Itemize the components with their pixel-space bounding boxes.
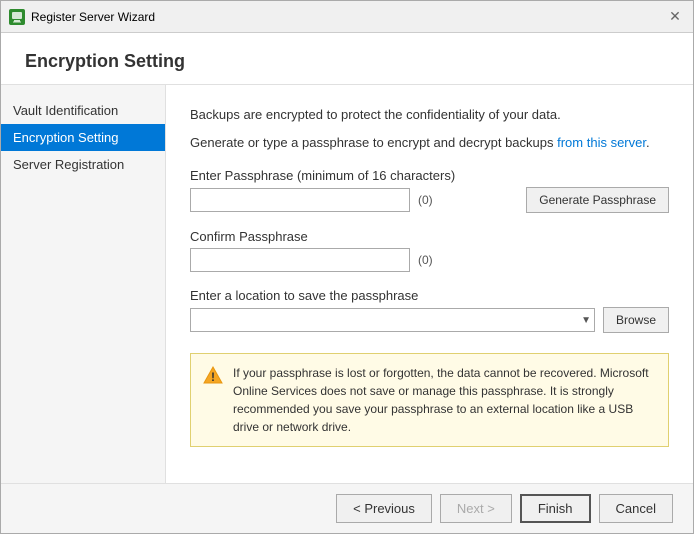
next-button[interactable]: Next > xyxy=(440,494,512,523)
previous-button[interactable]: < Previous xyxy=(336,494,432,523)
main-panel: Backups are encrypted to protect the con… xyxy=(166,85,693,483)
page-title: Encryption Setting xyxy=(25,51,669,72)
passphrase-char-count: (0) xyxy=(418,193,433,207)
location-label: Enter a location to save the passphrase xyxy=(190,288,669,303)
sidebar: Vault Identification Encryption Setting … xyxy=(1,85,166,483)
finish-button[interactable]: Finish xyxy=(520,494,591,523)
info-line-2-start: Generate or type a passphrase to encrypt… xyxy=(190,135,557,150)
info-line-1: Backups are encrypted to protect the con… xyxy=(190,105,669,125)
title-bar-text: Register Server Wizard xyxy=(31,10,665,24)
passphrase-group: Enter Passphrase (minimum of 16 characte… xyxy=(190,168,669,213)
info-line-2: Generate or type a passphrase to encrypt… xyxy=(190,133,669,153)
dialog-window: Register Server Wizard ✕ Encryption Sett… xyxy=(0,0,694,534)
dialog-footer: < Previous Next > Finish Cancel xyxy=(1,483,693,533)
confirm-passphrase-row: (0) xyxy=(190,248,669,272)
svg-text:!: ! xyxy=(211,370,215,384)
location-select[interactable] xyxy=(190,308,595,332)
passphrase-label: Enter Passphrase (minimum of 16 characte… xyxy=(190,168,669,183)
dialog-content: Vault Identification Encryption Setting … xyxy=(1,85,693,483)
title-bar: Register Server Wizard ✕ xyxy=(1,1,693,33)
location-row: ▼ Browse xyxy=(190,307,669,333)
warning-box: ! If your passphrase is lost or forgotte… xyxy=(190,353,669,447)
browse-button[interactable]: Browse xyxy=(603,307,669,333)
confirm-char-count: (0) xyxy=(418,253,433,267)
app-icon xyxy=(9,9,25,25)
dialog-body: Encryption Setting Vault Identification … xyxy=(1,33,693,533)
info-line-2-highlight: from this server xyxy=(557,135,646,150)
confirm-passphrase-input[interactable] xyxy=(190,248,410,272)
info-line-2-end: . xyxy=(646,135,650,150)
location-group: Enter a location to save the passphrase … xyxy=(190,288,669,333)
warning-text: If your passphrase is lost or forgotten,… xyxy=(233,364,656,436)
dialog-header: Encryption Setting xyxy=(1,33,693,85)
confirm-passphrase-group: Confirm Passphrase (0) xyxy=(190,229,669,272)
sidebar-item-vault-identification[interactable]: Vault Identification xyxy=(1,97,165,124)
passphrase-row: (0) Generate Passphrase xyxy=(190,187,669,213)
sidebar-item-server-registration[interactable]: Server Registration xyxy=(1,151,165,178)
sidebar-item-encryption-setting[interactable]: Encryption Setting xyxy=(1,124,165,151)
generate-passphrase-button[interactable]: Generate Passphrase xyxy=(526,187,669,213)
close-button[interactable]: ✕ xyxy=(665,7,685,27)
passphrase-input[interactable] xyxy=(190,188,410,212)
location-select-wrapper: ▼ xyxy=(190,308,595,332)
warning-icon: ! xyxy=(203,365,223,385)
confirm-passphrase-label: Confirm Passphrase xyxy=(190,229,669,244)
cancel-button[interactable]: Cancel xyxy=(599,494,673,523)
